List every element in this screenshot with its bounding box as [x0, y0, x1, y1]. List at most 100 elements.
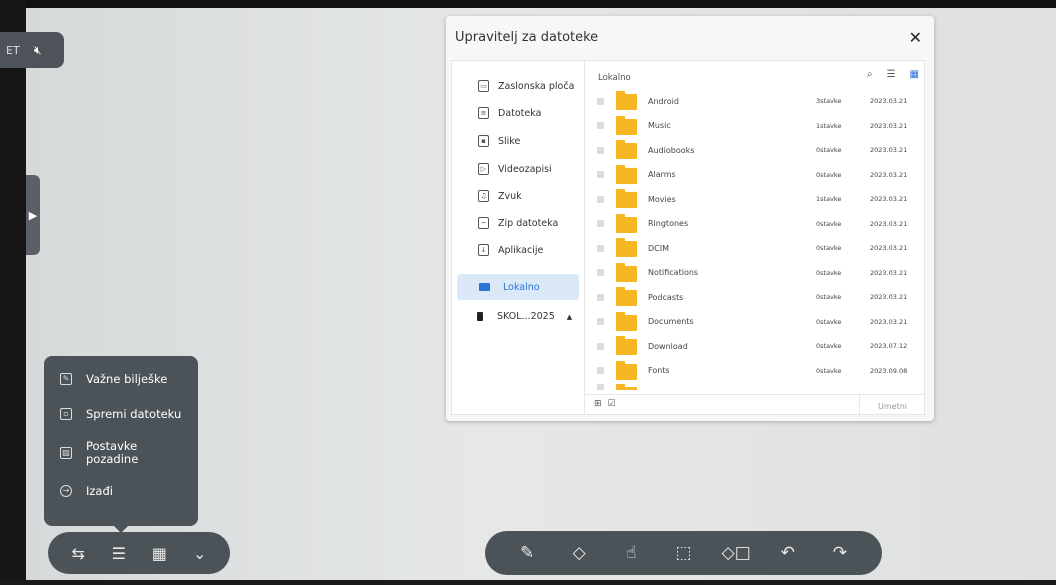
new-folder-icon[interactable]: ⊞ [594, 399, 602, 409]
item-count: 0stavke [816, 219, 842, 228]
menu-item-save-file[interactable]: ▫ Spremi datoteku [60, 407, 181, 421]
close-icon[interactable]: ✕ [909, 28, 922, 47]
undo-icon[interactable]: ↶ [774, 543, 802, 563]
menu-item-label-line2: pozadine [86, 452, 139, 466]
bottom-left-toolbar: ⇆ ☰ ▦ ⌄ [48, 532, 230, 574]
item-count: 0stavke [816, 146, 842, 154]
list-toolbar: ⌕ ☰ ▦ [867, 69, 919, 80]
table-row[interactable]: Android 3stavke 2023.03.21 [585, 90, 925, 112]
pen-icon[interactable]: ✎ [513, 543, 541, 563]
insert-button[interactable]: Umetni [859, 395, 925, 417]
table-row[interactable]: Music 1stavke 2023.03.21 [585, 115, 925, 137]
row-checkbox[interactable] [597, 146, 604, 154]
modified-date: 2023.03.21 [870, 146, 908, 154]
nav-item-zip[interactable]: ~ Zip datoteka [478, 213, 558, 233]
qr-code-icon[interactable]: ▦ [145, 544, 173, 563]
table-row-partial[interactable] [585, 384, 925, 390]
save-icon: ▫ [60, 408, 72, 420]
table-row[interactable]: Ringtones 0stavke 2023.03.21 [585, 213, 925, 235]
row-checkbox[interactable] [597, 293, 604, 301]
file-name: Podcasts [648, 292, 684, 302]
file-name: Notifications [648, 268, 699, 277]
hand-pointer-icon[interactable]: ☝ [617, 543, 645, 563]
nav-item-usb[interactable]: SKOL...2025 ▲ [477, 311, 572, 322]
table-row[interactable]: Audiobooks 0stavke 2023.03.21 [585, 139, 925, 161]
modified-date: 2023.03.21 [870, 268, 908, 277]
file-name: Documents [648, 317, 694, 326]
row-checkbox[interactable] [597, 244, 604, 252]
table-row[interactable]: Documents 0stavke 2023.03.21 [585, 311, 925, 333]
row-checkbox[interactable] [597, 384, 604, 390]
menu-item-label: Postavke pozadine [86, 440, 138, 466]
table-row[interactable]: Podcasts 0stavke 2023.03.21 [585, 286, 925, 308]
nav-item-local[interactable]: Lokalno [457, 274, 579, 300]
zip-icon: ~ [478, 217, 489, 229]
nav-item-label: Slike [498, 135, 521, 147]
background-icon: ▨ [60, 447, 72, 459]
folder-icon [616, 91, 637, 110]
row-checkbox[interactable] [597, 269, 604, 276]
file-name: Alarms [648, 170, 676, 179]
folder-icon [616, 360, 637, 380]
nav-item-audio[interactable]: ♫ Zvuk [478, 186, 522, 206]
nav-item-whiteboard[interactable]: ▭ Zaslonska ploča [478, 76, 574, 96]
file-name: Download [648, 341, 688, 351]
nav-item-images[interactable]: ▪ Slike [478, 131, 520, 151]
modified-date: 2023.03.21 [870, 293, 908, 301]
row-checkbox[interactable] [597, 342, 604, 350]
search-icon[interactable]: ⌕ [867, 69, 873, 80]
chevron-down-icon[interactable]: ⌄ [186, 544, 214, 563]
music-icon: ♫ [478, 190, 489, 202]
side-drawer-handle[interactable]: ▶ [26, 175, 40, 255]
screen-bezel-top [0, 0, 1056, 8]
table-row[interactable]: Fonts 0stavke 2023.09.08 [585, 360, 925, 382]
nav-item-videos[interactable]: ▷ Videozapisi [478, 159, 552, 179]
row-checkbox[interactable] [597, 122, 604, 129]
list-icon[interactable]: ☰ [105, 544, 133, 563]
item-count: 0stavke [816, 268, 842, 277]
nav-item-label: Datoteka [498, 107, 542, 119]
select-all-icon[interactable]: ☑ [608, 399, 616, 409]
table-row[interactable]: Movies 1stavke 2023.03.21 [585, 188, 925, 210]
row-checkbox[interactable] [597, 97, 604, 105]
eraser-icon[interactable]: ◇ [565, 543, 593, 563]
table-row[interactable]: Download 0stavke 2023.07.12 [585, 335, 925, 357]
grid-view-icon[interactable]: ▦ [910, 69, 919, 80]
whiteboard-icon: ▭ [478, 80, 489, 92]
nav-item-apps[interactable]: ↓ Aplikacije [478, 240, 543, 260]
document-icon: ≡ [478, 107, 489, 119]
row-checkbox[interactable] [597, 318, 604, 325]
menu-item-exit[interactable]: → Izađi [60, 484, 113, 498]
eject-icon[interactable]: ▲ [567, 313, 572, 321]
row-checkbox[interactable] [597, 195, 604, 203]
nav-item-label: SKOL...2025 [497, 311, 555, 322]
row-checkbox[interactable] [597, 220, 604, 227]
table-row[interactable]: Alarms 0stavke 2023.03.21 [585, 164, 925, 186]
audio-pill[interactable]: ET 🔇︎ [0, 32, 64, 68]
nav-item-label: Zaslonska ploča [498, 80, 575, 92]
folder-icon [616, 189, 637, 208]
modified-date: 2023.03.21 [870, 97, 908, 105]
table-row[interactable]: Notifications 0stavke 2023.03.21 [585, 262, 925, 284]
speaker-mute-icon[interactable]: 🔇︎ [20, 43, 42, 58]
row-checkbox[interactable] [597, 171, 604, 178]
list-footer: ⊞ ☑ Umetni [585, 394, 925, 417]
shapes-icon[interactable]: ◇□ [722, 543, 751, 563]
table-row[interactable]: DCIM 0stavke 2023.03.21 [585, 237, 925, 259]
modified-date: 2023.03.21 [870, 121, 908, 130]
whiteboard-menu: ✎ Važne bilješke ▫ Spremi datoteku ▨ Pos… [44, 356, 198, 533]
folder-icon [616, 287, 637, 306]
item-count: 0stavke [816, 293, 842, 301]
nav-item-document[interactable]: ≡ Datoteka [478, 103, 541, 123]
file-manager-dialog: Upravitelj za datoteke ✕ ▭ Zaslonska plo… [446, 16, 934, 421]
redo-icon[interactable]: ↷ [826, 543, 854, 563]
row-checkbox[interactable] [597, 367, 604, 374]
exit-icon: → [60, 485, 72, 497]
menu-item-background-settings[interactable]: ▨ Postavke pozadine [60, 440, 138, 466]
menu-item-important-notes[interactable]: ✎ Važne bilješke [60, 372, 167, 386]
notes-icon: ✎ [60, 373, 72, 385]
sort-icon[interactable]: ☰ [887, 69, 896, 80]
lasso-select-icon[interactable]: ⬚ [669, 543, 697, 563]
screen-bezel-left [0, 0, 26, 585]
swap-icon[interactable]: ⇆ [64, 544, 92, 563]
